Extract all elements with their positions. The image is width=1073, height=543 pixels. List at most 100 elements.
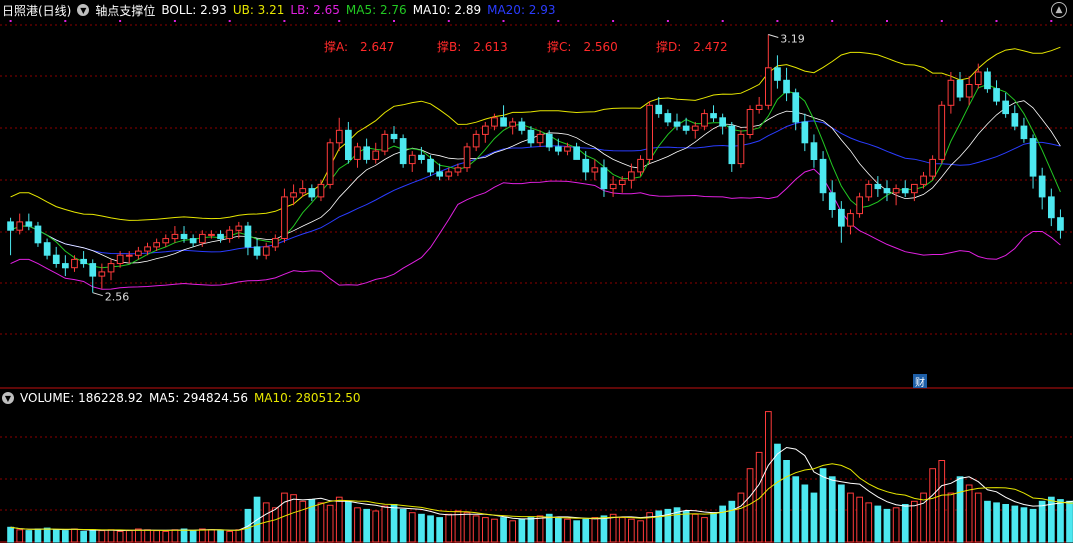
candle-body-71 [655,104,663,115]
volume-bar-76 [701,517,708,543]
candle-body-27 [253,246,261,256]
candle-body-19 [180,233,188,240]
volume-ma10-label: MA10: 280512.50 [253,391,361,405]
candle-body-68 [628,171,635,181]
volume-bar-112 [1029,508,1037,543]
volume-bar-85 [783,460,790,543]
volume-bar-4 [43,527,51,543]
volume-bar-19 [180,528,188,543]
volume-bar-98 [901,504,909,543]
candle-body-81 [746,109,754,135]
volume-bar-94 [865,502,873,543]
candle-body-58 [536,133,544,144]
support-b-label: 撑B: [437,40,462,54]
candle-body-35 [326,142,334,185]
candle-body-87 [801,121,809,144]
candle-body-62 [573,146,580,160]
candle-body-101 [929,158,936,177]
volume-bar-64 [591,517,599,543]
candle-body-76 [701,113,708,127]
ma20-line [10,120,1061,255]
candle-body-34 [317,183,325,198]
volume-bar-9 [89,529,97,543]
high-value-label: 3.19 [780,32,805,45]
collapse-up-icon[interactable]: ▲ [1051,2,1067,18]
candle-body-43 [399,138,407,165]
volume-bar-110 [1011,505,1019,543]
volume-bar-47 [436,517,443,543]
candle-body-73 [673,121,681,127]
stock-title: 日照港(日线) [2,3,72,18]
candle-body-102 [938,104,946,160]
candle-body-115 [1057,217,1064,231]
volume-bar-89 [819,468,827,543]
volume-bar-61 [564,518,571,543]
candle-body-110 [1011,113,1019,127]
candle-body-99 [911,183,918,194]
volume-bar-103 [947,492,955,543]
candle-body-78 [719,117,726,127]
candle-body-3 [34,225,42,244]
volume-bar-2 [25,530,33,543]
event-marker-42 [393,20,395,22]
finance-badge-icon[interactable]: 财 [913,374,927,389]
volume-bar-0 [7,526,14,543]
volume-ma5-label: MA5: 294824.56 [149,391,248,405]
volume-bar-38 [354,507,361,543]
volume-bar-7 [71,528,78,543]
candle-body-84 [774,67,781,81]
candle-body-6 [62,263,69,269]
indicator-name[interactable]: 轴点支撑位 [95,2,155,19]
volume-bar-17 [162,530,170,543]
candle-body-18 [171,233,179,240]
candle-body-33 [308,188,316,198]
candle-body-30 [281,196,288,239]
volume-bar-44 [408,512,416,543]
support-d: 撑D: 2.472 [656,38,728,55]
candle-body-74 [682,125,690,131]
candle-body-2 [25,221,33,227]
volume-bar-42 [390,504,398,543]
support-c-value: 2.560 [583,40,618,54]
chart-canvas: 3.19 2.56 [0,20,1073,543]
volume-bar-20 [189,530,197,543]
support-a-label: 撑A: [324,40,349,54]
candle-body-67 [618,179,626,186]
candle-body-98 [901,188,909,194]
candle-body-104 [956,79,964,98]
volume-bar-10 [98,530,106,543]
volume-bar-111 [1020,507,1028,543]
candle-body-39 [363,146,370,160]
candle-body-65 [600,167,608,190]
volume-bar-65 [600,515,608,543]
volume-bar-58 [536,515,544,543]
candle-body-40 [372,150,380,160]
support-c-label: 撑C: [547,40,572,54]
price-header: 日照港(日线) ▼ 轴点支撑位 BOLL: 2.93 UB: 3.21 LB: … [2,1,562,19]
volume-bar-66 [609,513,617,543]
volume-bar-40 [372,510,380,543]
volume-bar-57 [527,517,535,543]
volume-bar-75 [691,513,699,543]
volume-menu-icon[interactable]: ▼ [2,392,14,404]
candle-body-70 [646,104,653,160]
event-marker-72 [666,20,669,22]
candle-body-111 [1020,125,1028,140]
volume-bar-77 [710,512,717,543]
candle-body-50 [463,146,471,169]
volume-bar-15 [144,529,151,543]
event-marker-78 [721,20,724,22]
volume-bar-90 [828,476,836,543]
volume-bar-84 [774,443,781,543]
candle-body-37 [345,129,352,161]
volume-bar-109 [1002,504,1009,543]
candle-body-56 [518,121,526,131]
candle-body-88 [810,142,818,161]
volume-bar-1 [16,529,24,543]
volume-bar-43 [399,508,407,543]
ma20-label: MA20: 2.93 [487,3,556,17]
ub-label: UB: 3.21 [232,3,285,17]
indicator-menu-icon[interactable]: ▼ [77,4,90,16]
candle-body-36 [335,129,343,144]
candle-body-52 [482,125,489,135]
